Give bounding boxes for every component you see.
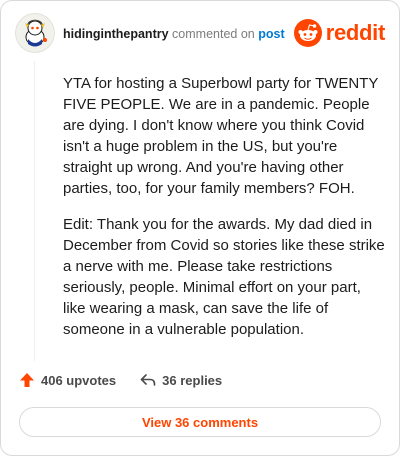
- comment-stats: 406 upvotes 36 replies: [19, 372, 222, 388]
- comment-header: hidinginthepantry commented on post: [63, 27, 285, 41]
- view-comments-button[interactable]: View 36 comments: [19, 407, 381, 437]
- upvote-count: 406 upvotes: [41, 372, 117, 388]
- reply-count: 36 replies: [162, 372, 223, 388]
- thread-line[interactable]: [34, 61, 35, 361]
- comment-body: YTA for hosting a Superbowl party for TW…: [63, 73, 385, 355]
- reddit-logo-icon: [293, 19, 322, 47]
- comment-card: hidinginthepantry commented on post redd…: [0, 0, 400, 456]
- upvote-arrow-icon: [20, 373, 34, 387]
- reddit-brand[interactable]: reddit: [293, 19, 386, 47]
- reply-stat[interactable]: 36 replies: [140, 372, 222, 388]
- comment-paragraph: Edit: Thank you for the awards. My dad d…: [63, 216, 385, 338]
- post-link[interactable]: post: [258, 27, 284, 41]
- avatar[interactable]: [15, 13, 55, 53]
- brand-wordmark: reddit: [325, 20, 386, 45]
- comment-paragraph: YTA for hosting a Superbowl party for TW…: [63, 75, 379, 197]
- action-text: commented on: [172, 27, 255, 41]
- username-link[interactable]: hidinginthepantry: [63, 27, 169, 41]
- reply-arrow-icon: [140, 374, 156, 386]
- upvote-stat[interactable]: 406 upvotes: [19, 372, 116, 388]
